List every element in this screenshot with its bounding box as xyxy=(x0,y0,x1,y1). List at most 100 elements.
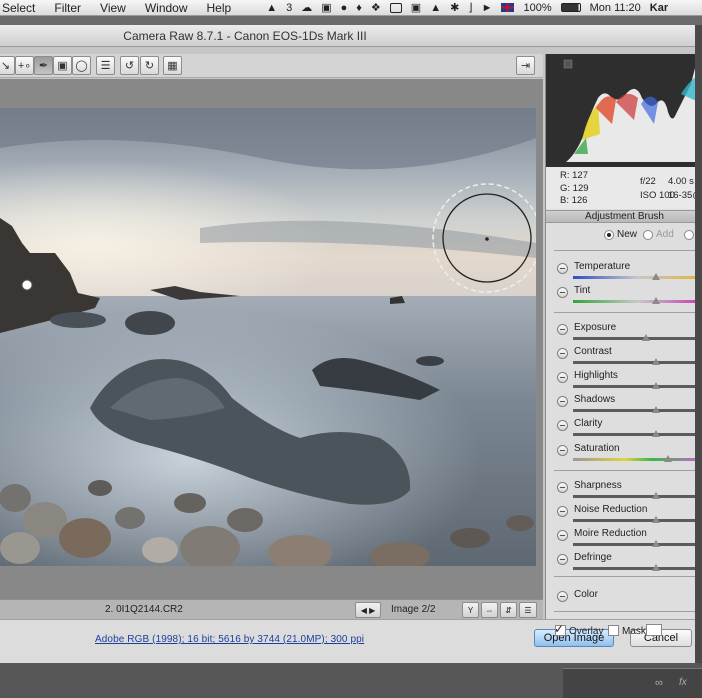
app-icon[interactable] xyxy=(389,2,402,13)
mode-add[interactable]: Add xyxy=(643,229,674,240)
cloud-icon[interactable]: ☁ xyxy=(301,1,312,14)
minus-icon[interactable] xyxy=(557,506,568,517)
menu-select[interactable]: Select xyxy=(0,1,44,15)
bluetooth-icon[interactable]: ✱ xyxy=(450,1,459,14)
fullscreen-button[interactable]: ⇥ xyxy=(516,56,535,75)
adobe-icon[interactable]: ▲ xyxy=(266,2,277,14)
slider-thumb[interactable] xyxy=(652,516,661,523)
airplay-icon[interactable]: ▲ xyxy=(430,2,441,14)
slider-contrast[interactable]: Contrast xyxy=(546,344,702,368)
slider-clarity[interactable]: Clarity xyxy=(546,416,702,440)
image-canvas[interactable] xyxy=(0,79,543,599)
slider-shadows[interactable]: Shadows xyxy=(546,392,702,416)
next-image-icon[interactable]: ▶ xyxy=(369,606,375,615)
slider-thumb[interactable] xyxy=(641,334,650,341)
mask-checkbox[interactable] xyxy=(608,625,619,636)
slider-track[interactable] xyxy=(573,300,702,303)
user-name[interactable]: Kar xyxy=(650,2,668,14)
minus-icon[interactable] xyxy=(557,396,568,407)
slider-defringe[interactable]: Defringe xyxy=(546,550,702,574)
menu-help[interactable]: Help xyxy=(197,1,241,15)
slider-track[interactable] xyxy=(573,361,702,364)
slider-thumb[interactable] xyxy=(652,382,661,389)
mask-color-swatch[interactable] xyxy=(646,624,662,636)
slider-track[interactable] xyxy=(573,409,702,412)
slider-track[interactable] xyxy=(573,458,702,461)
slider-track[interactable] xyxy=(573,495,702,498)
radio-erase[interactable] xyxy=(684,229,694,240)
slider-track[interactable] xyxy=(573,337,702,340)
minus-icon[interactable] xyxy=(557,287,568,298)
minus-icon[interactable] xyxy=(557,263,568,274)
minus-icon[interactable] xyxy=(557,445,568,456)
menu-view[interactable]: View xyxy=(90,1,135,15)
swap-button[interactable]: ⇔ xyxy=(481,602,498,618)
radio-new[interactable] xyxy=(604,229,614,240)
minus-icon[interactable] xyxy=(557,482,568,493)
slider-thumb[interactable] xyxy=(652,540,661,547)
clipping-warning-icon[interactable] xyxy=(564,60,573,69)
ai-badge[interactable]: 3 xyxy=(286,2,292,14)
drive-icon[interactable]: ▣ xyxy=(321,1,331,14)
slider-thumb[interactable] xyxy=(652,358,661,365)
slider-noise-reduction[interactable]: Noise Reduction xyxy=(546,502,702,526)
workflow-options-link[interactable]: Adobe RGB (1998); 16 bit; 5616 by 3744 (… xyxy=(95,634,364,645)
photo-preview[interactable] xyxy=(0,108,536,566)
mode-new[interactable]: New xyxy=(604,229,637,240)
minus-icon[interactable] xyxy=(557,530,568,541)
battery-percent[interactable]: 100% xyxy=(523,2,551,14)
minus-icon[interactable] xyxy=(557,324,568,335)
menu-filter[interactable]: Filter xyxy=(44,1,90,15)
minus-icon[interactable] xyxy=(557,372,568,383)
slider-saturation[interactable]: Saturation xyxy=(546,441,702,465)
slider-moire-reduction[interactable]: Moire Reduction xyxy=(546,526,702,550)
prev-image-icon[interactable]: ◀ xyxy=(361,606,367,615)
slider-exposure[interactable]: Exposure xyxy=(546,320,702,344)
image-nav-buttons[interactable]: ◀ ▶ xyxy=(355,602,381,618)
white-balance-tool[interactable]: ↘ xyxy=(0,56,15,75)
clock[interactable]: Mon 11:20 xyxy=(590,2,641,14)
slider-track[interactable] xyxy=(573,433,702,436)
radio-add[interactable] xyxy=(643,229,653,240)
radial-filter-tool[interactable]: ◯ xyxy=(72,56,91,75)
compare-y-button[interactable]: Y xyxy=(462,602,479,618)
menu-window[interactable]: Window xyxy=(135,1,197,15)
adjustment-brush-tool[interactable]: ✒ xyxy=(34,56,53,75)
slider-thumb[interactable] xyxy=(663,455,672,462)
slider-track[interactable] xyxy=(573,276,702,279)
slider-sharpness[interactable]: Sharpness xyxy=(546,478,702,502)
slider-thumb[interactable] xyxy=(652,564,661,571)
slider-thumb[interactable] xyxy=(652,492,661,499)
slider-track[interactable] xyxy=(573,567,702,570)
sync-icon[interactable]: ▣ xyxy=(411,1,421,14)
slider-track[interactable] xyxy=(573,519,702,522)
graduated-filter-tool[interactable]: ▣ xyxy=(53,56,72,75)
rotate-left-tool[interactable]: ↺ xyxy=(120,56,139,75)
evernote-icon[interactable]: ● xyxy=(341,2,348,14)
copy-settings-button[interactable]: ⇵ xyxy=(500,602,517,618)
slider-track[interactable] xyxy=(573,543,702,546)
slider-tint[interactable]: Tint xyxy=(546,283,702,307)
slider-color[interactable]: Color xyxy=(546,587,702,611)
window-titlebar[interactable]: Camera Raw 8.7.1 - Canon EOS-1Ds Mark II… xyxy=(0,25,702,47)
slider-temperature[interactable]: Temperature xyxy=(546,259,702,283)
minus-icon[interactable] xyxy=(557,591,568,602)
slider-thumb[interactable] xyxy=(652,406,661,413)
minus-icon[interactable] xyxy=(557,554,568,565)
volume-icon[interactable]: ► xyxy=(482,2,493,14)
slider-track[interactable] xyxy=(573,385,702,388)
slider-thumb[interactable] xyxy=(652,430,661,437)
minus-icon[interactable] xyxy=(557,420,568,431)
bell-icon[interactable]: ♦ xyxy=(356,2,362,14)
wifi-icon[interactable]: ⌋ xyxy=(468,1,472,14)
slider-thumb[interactable] xyxy=(652,273,661,280)
uk-flag-icon[interactable] xyxy=(501,3,515,12)
rotate-right-tool[interactable]: ↻ xyxy=(140,56,159,75)
preview-settings-button[interactable]: ☰ xyxy=(519,602,537,618)
slider-highlights[interactable]: Highlights xyxy=(546,368,702,392)
minus-icon[interactable] xyxy=(557,348,568,359)
trash-tool[interactable]: ▦ xyxy=(163,56,182,75)
dropbox-icon[interactable]: ❖ xyxy=(371,1,381,14)
preferences-tool[interactable]: ☰ xyxy=(96,56,115,75)
targeted-adjustment-tool[interactable]: +∘ xyxy=(15,56,34,75)
